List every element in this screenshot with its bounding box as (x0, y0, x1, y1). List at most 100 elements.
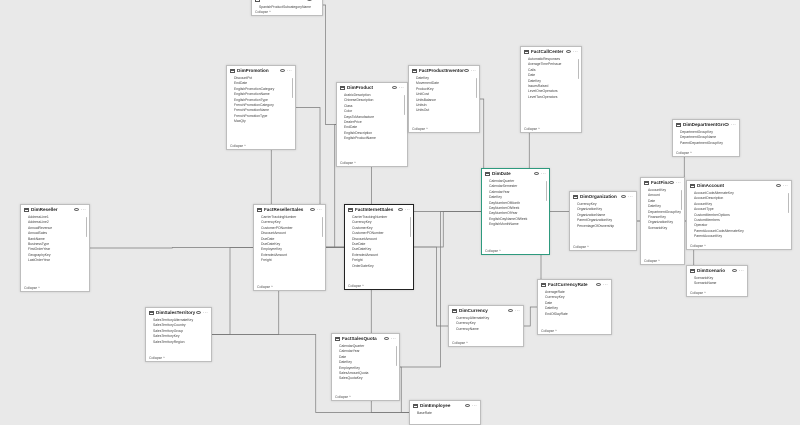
collapse-button[interactable]: Collapse ^ (255, 10, 271, 14)
field-item[interactable]: SalesTerritoryRegion (153, 340, 211, 345)
field-item[interactable]: ScenarioKey (648, 226, 684, 231)
more-options-icon[interactable]: ··· (676, 180, 681, 185)
field-list-scrollbar[interactable] (85, 217, 87, 237)
table-header[interactable]: DimReseller ··· (21, 205, 89, 214)
collapse-button[interactable]: Collapse ^ (335, 395, 351, 399)
collapse-button[interactable]: Collapse ^ (644, 259, 660, 263)
more-options-icon[interactable]: ··· (472, 403, 477, 408)
more-options-icon[interactable]: ··· (541, 171, 546, 176)
field-item[interactable]: MaxQty (234, 119, 295, 124)
more-options-icon[interactable]: ··· (783, 183, 788, 188)
table-card-dimsalesterritory[interactable]: DimSalesTerritory ··· SalesTerritoryAltern… (145, 307, 212, 362)
field-list-scrollbar[interactable] (680, 190, 682, 210)
table-card-factcurrencyrate[interactable]: FactCurrencyRate ··· AverageRate CurrencyKe… (537, 279, 612, 335)
table-header[interactable]: DimEmployee ··· (410, 401, 480, 410)
table-header[interactable]: DimScenario ··· (687, 266, 747, 275)
eye-icon[interactable] (508, 309, 514, 312)
table-header[interactable]: FactInternetSales ··· (345, 205, 413, 214)
table-header[interactable]: FactResellerSales ··· (254, 205, 325, 214)
more-options-icon[interactable]: ··· (399, 85, 404, 90)
collapse-button[interactable]: Collapse ^ (24, 286, 40, 290)
eye-icon[interactable] (280, 69, 286, 72)
table-card-dimscenario[interactable]: DimScenario ··· ScenarioKey ScenarioName Col… (686, 265, 748, 297)
eye-icon[interactable] (566, 50, 572, 53)
eye-icon[interactable] (196, 311, 202, 314)
table-header[interactable]: DimDepartmentGroup ··· (673, 120, 739, 129)
collapse-button[interactable]: Collapse ^ (257, 285, 273, 289)
eye-icon[interactable] (776, 184, 782, 187)
more-options-icon[interactable]: ··· (287, 68, 292, 73)
field-list-scrollbar[interactable] (403, 95, 405, 115)
table-card-dimcurrency[interactable]: DimCurrency ··· CurrencyAlternateKey Curren… (448, 305, 524, 347)
collapse-button[interactable]: Collapse ^ (348, 284, 364, 288)
eye-icon[interactable] (307, 0, 313, 1)
table-header[interactable]: DimOrganization ··· (570, 192, 636, 201)
table-card-dimpromotion[interactable]: DimPromotion ··· DiscountPct EndDate English… (226, 65, 296, 150)
eye-icon[interactable] (596, 283, 602, 286)
table-card-dimaccount[interactable]: DimAccount ··· AccountCodeAlternateKey Acco… (686, 180, 792, 250)
eye-icon[interactable] (669, 181, 675, 184)
field-item[interactable]: EndOfDayRate (545, 312, 611, 317)
field-list-scrollbar[interactable] (395, 346, 397, 366)
table-card-dimorganization[interactable]: DimOrganization ··· CurrencyKey Organizatio… (569, 191, 637, 251)
table-card-top-table[interactable]: ···SpanishProductSubcategoryNameCollapse… (251, 0, 323, 16)
field-item[interactable]: SalesQuotaKey (339, 376, 399, 381)
table-card-dimdate[interactable]: DimDate ··· CalendarQuarter CalendarSemeste… (481, 168, 550, 255)
table-header[interactable]: DimPromotion ··· (227, 66, 295, 75)
eye-icon[interactable] (465, 404, 471, 407)
field-list-scrollbar[interactable] (545, 181, 547, 201)
table-header[interactable]: FactCurrencyRate ··· (538, 280, 611, 289)
table-card-factproductinventory[interactable]: FactProductInventory ··· DateKey MovementDa… (408, 65, 480, 133)
field-item[interactable]: CurrencyName (456, 327, 523, 332)
eye-icon[interactable] (621, 195, 627, 198)
collapse-button[interactable]: Collapse ^ (541, 329, 557, 333)
collapse-button[interactable]: Collapse ^ (340, 161, 356, 165)
field-item[interactable]: ScenarioName (694, 281, 747, 286)
table-card-dimdepartmentgroup[interactable]: DimDepartmentGroup ··· DepartmentGroupKeyD… (672, 119, 740, 157)
eye-icon[interactable] (384, 337, 390, 340)
collapse-button[interactable]: Collapse ^ (524, 127, 540, 131)
relationship-line-dimsalesterritory-dimemployee[interactable] (178, 334, 446, 413)
more-options-icon[interactable]: ··· (203, 310, 208, 315)
field-item[interactable]: PercentageOfOwnership (577, 224, 636, 229)
table-header[interactable]: DimDate ··· (482, 169, 549, 178)
field-item[interactable]: ParentAccountKey (694, 234, 791, 239)
more-options-icon[interactable]: ··· (515, 308, 520, 313)
field-list-scrollbar[interactable] (787, 193, 789, 213)
eye-icon[interactable] (74, 208, 80, 211)
eye-icon[interactable] (724, 123, 730, 126)
collapse-button[interactable]: Collapse ^ (230, 144, 246, 148)
field-item[interactable]: BaseRate (417, 411, 480, 416)
table-header[interactable]: FactFinance ··· (641, 178, 684, 187)
more-options-icon[interactable]: ··· (731, 122, 736, 127)
collapse-button[interactable]: Collapse ^ (690, 291, 706, 295)
field-list-scrollbar[interactable] (321, 217, 323, 237)
collapse-button[interactable]: Collapse ^ (676, 151, 692, 155)
eye-icon[interactable] (534, 172, 540, 175)
more-options-icon[interactable]: ··· (739, 268, 744, 273)
field-item[interactable]: EnglishProductName (344, 136, 407, 141)
eye-icon[interactable] (732, 269, 738, 272)
more-options-icon[interactable]: ··· (603, 282, 608, 287)
more-options-icon[interactable]: ··· (391, 336, 396, 341)
collapse-button[interactable]: Collapse ^ (690, 244, 706, 248)
collapse-button[interactable]: Collapse ^ (485, 249, 501, 253)
table-card-factsalesquota[interactable]: FactSalesQuota ··· CalendarQuarter Calendar… (331, 333, 400, 401)
field-list-scrollbar[interactable] (475, 78, 477, 98)
collapse-button[interactable]: Collapse ^ (573, 245, 589, 249)
table-card-factinternetsales[interactable]: FactInternetSales ··· CarrierTrackingNumbe… (344, 204, 414, 290)
table-header[interactable]: FactProductInventory ··· (409, 66, 479, 75)
field-list-scrollbar[interactable] (409, 217, 411, 237)
eye-icon[interactable] (464, 69, 470, 72)
table-card-factresellersales[interactable]: FactResellerSales ··· CarrierTrackingNumbe… (253, 204, 326, 291)
eye-icon[interactable] (310, 208, 316, 211)
field-item[interactable]: ParentDepartmentGroupKey (680, 141, 739, 146)
more-options-icon[interactable]: ··· (317, 207, 322, 212)
table-card-dimemployee[interactable]: DimEmployee ··· BaseRate (409, 400, 481, 425)
more-options-icon[interactable]: ··· (405, 207, 410, 212)
table-header[interactable]: DimCurrency ··· (449, 306, 523, 315)
table-card-factfinance[interactable]: FactFinance ··· AccountKeyAmountDateDateKe… (640, 177, 685, 265)
table-header[interactable]: FactCallCenter ··· (521, 47, 581, 56)
table-header[interactable]: DimSalesTerritory ··· (146, 308, 211, 317)
table-header[interactable]: DimAccount ··· (687, 181, 791, 190)
